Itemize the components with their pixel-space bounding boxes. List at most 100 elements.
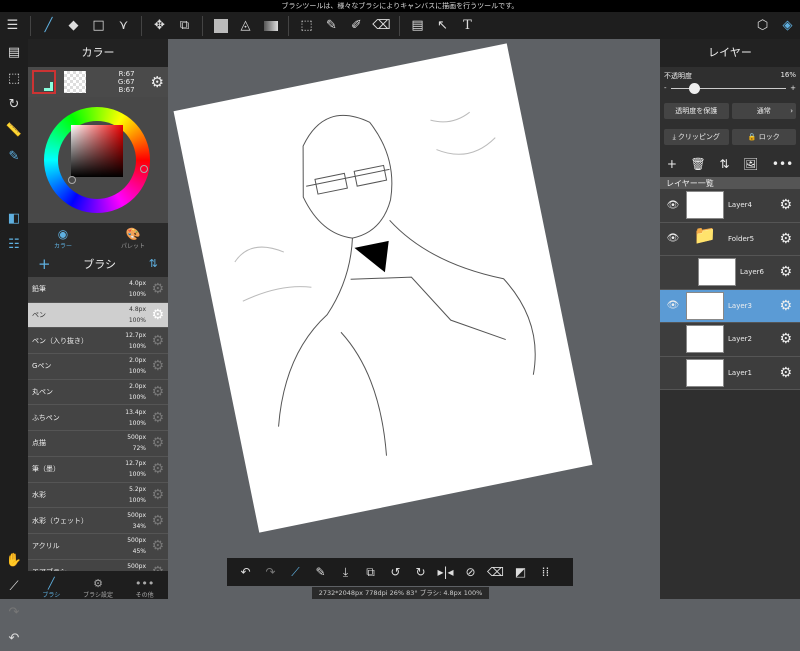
foreground-color[interactable] xyxy=(32,70,56,94)
line-tool-icon[interactable]: ⋎ xyxy=(111,12,136,39)
layer-settings-icon[interactable]: ⚙ xyxy=(779,231,792,247)
flip-icon[interactable]: ▸|◂ xyxy=(433,565,458,579)
layer-item[interactable]: 👁 Layer4 ⚙ xyxy=(660,189,800,223)
brush-select-icon[interactable]: ⟋ xyxy=(283,565,308,580)
tab-brush[interactable]: ╱ ブラシ xyxy=(28,571,75,599)
eyedropper-icon[interactable]: ⟋ xyxy=(0,573,28,599)
move-tool-icon[interactable]: ✥ xyxy=(147,12,172,39)
brush-item[interactable]: ペン（入り抜き） 12.7px 100% ⚙ xyxy=(28,328,168,355)
color-wheel[interactable] xyxy=(28,97,168,223)
transform-tool-icon[interactable]: ⧉ xyxy=(172,12,197,39)
rotate-right-icon[interactable]: ↻ xyxy=(408,565,433,579)
brush-settings-icon[interactable]: ⚙ xyxy=(151,435,164,451)
redo-icon[interactable]: ↷ xyxy=(258,565,283,579)
layer-settings-icon[interactable]: ⚙ xyxy=(779,197,792,213)
layer-item[interactable]: Layer2 ⚙ xyxy=(660,323,800,357)
brush-item[interactable]: 水彩 5.2px 100% ⚙ xyxy=(28,482,168,509)
save-icon[interactable]: ⤓ xyxy=(333,565,358,580)
magic-wand-icon[interactable]: ✎ xyxy=(319,12,344,39)
brush-item[interactable]: 鉛筆 4.0px 100% ⚙ xyxy=(28,277,168,303)
clear-icon[interactable]: ⌫ xyxy=(483,565,508,579)
layer-item[interactable]: 👁 📁 Folder5 ⚙ xyxy=(660,222,800,256)
reset-rotation-icon[interactable]: ⊘ xyxy=(458,565,483,579)
move-layer-icon[interactable]: ⇅ xyxy=(719,157,729,171)
brush-item[interactable]: Gペン 2.0px 100% ⚙ xyxy=(28,354,168,380)
selection-icon[interactable]: ⬚ xyxy=(0,65,28,91)
pages-icon[interactable]: ▤ xyxy=(0,39,28,65)
layer-settings-icon[interactable]: ⚙ xyxy=(779,365,792,381)
bucket-tool-icon[interactable]: ◬ xyxy=(233,12,258,39)
select-pen-icon[interactable]: ✐ xyxy=(344,12,369,39)
color-panel-icon[interactable]: ◧ xyxy=(0,205,28,231)
materials-icon[interactable]: ⬡ xyxy=(750,12,775,39)
brush-settings-icon[interactable]: ⚙ xyxy=(151,461,164,477)
lock-button[interactable]: 🔒 ロック xyxy=(731,129,796,145)
canvas[interactable] xyxy=(173,43,593,533)
eraser-tool-icon[interactable]: ◆ xyxy=(61,12,86,39)
add-layer-icon[interactable]: + xyxy=(667,157,677,171)
select-tool-icon[interactable]: ⬚ xyxy=(294,12,319,39)
menu-icon[interactable]: ☰ xyxy=(0,12,25,39)
layer-item[interactable]: Layer1 ⚙ xyxy=(660,356,800,390)
layer-item[interactable]: 👁 Layer3 ⚙ xyxy=(660,289,800,323)
brush-settings-icon[interactable]: ⚙ xyxy=(151,358,164,374)
layer-settings-icon[interactable]: ⚙ xyxy=(779,298,792,314)
fullscreen-icon[interactable]: ◩ xyxy=(508,565,533,579)
redo-icon[interactable]: ↷ xyxy=(0,599,28,625)
brush-list-icon[interactable]: ☷ xyxy=(0,231,28,257)
undo-icon[interactable]: ↶ xyxy=(0,625,28,651)
brush-item[interactable]: ペン 4.8px 100% ⚙ xyxy=(28,302,168,329)
color-settings-icon[interactable]: ⚙ xyxy=(151,73,164,91)
tab-color[interactable]: ◉ カラー xyxy=(28,223,98,250)
tab-palette[interactable]: 🎨 パレット xyxy=(98,223,168,250)
brush-settings-icon[interactable]: ⚙ xyxy=(151,410,164,426)
undo-icon[interactable]: ↶ xyxy=(233,565,258,579)
brush-item[interactable]: 丸ペン 2.0px 100% ⚙ xyxy=(28,379,168,406)
divide-tool-icon[interactable]: ▤ xyxy=(405,12,430,39)
select-eraser-icon[interactable]: ⌫ xyxy=(369,12,394,39)
brush-item[interactable]: 筆（墨） 12.7px 100% ⚙ xyxy=(28,456,168,483)
brush-settings-icon[interactable]: ⚙ xyxy=(151,384,164,400)
layer-settings-icon[interactable]: ⚙ xyxy=(779,264,792,280)
grid-icon[interactable]: ⁞⁞ xyxy=(533,565,558,579)
text-tool-icon[interactable]: T xyxy=(455,12,480,39)
eye-icon[interactable]: 👁 xyxy=(660,233,686,244)
brush-item[interactable]: 水彩（ウェット） 500px 34% ⚙ xyxy=(28,508,168,534)
brush-settings-icon[interactable]: ⚙ xyxy=(151,333,164,349)
operation-tool-icon[interactable]: ↖ xyxy=(430,12,455,39)
tab-brush-settings[interactable]: ⚙ ブラシ設定 xyxy=(75,571,122,599)
resize-icon[interactable]: ⧉ xyxy=(358,565,383,580)
sort-brush-button[interactable]: ⇅ xyxy=(149,257,158,270)
delete-layer-icon[interactable]: 🗑 xyxy=(691,157,706,171)
brush-settings-icon[interactable]: ⚙ xyxy=(151,307,164,323)
protect-alpha-button[interactable]: 透明度を保護 xyxy=(664,103,729,119)
brush-settings-icon[interactable]: ⚙ xyxy=(151,281,164,297)
background-color[interactable] xyxy=(64,71,86,93)
brush-settings-icon[interactable]: ⚙ xyxy=(151,487,164,503)
ruler-icon[interactable]: 📏 xyxy=(0,117,28,143)
shape-tool-icon[interactable]: □ xyxy=(86,12,111,39)
layer-settings-icon[interactable]: ⚙ xyxy=(779,331,792,347)
brush-item[interactable]: ふちペン 13.4px 100% ⚙ xyxy=(28,405,168,432)
hand-icon[interactable]: ✋ xyxy=(0,547,28,573)
brush-item[interactable]: アクリル 500px 45% ⚙ xyxy=(28,533,168,560)
opacity-slider[interactable]: - + xyxy=(660,81,800,95)
image-layer-icon[interactable]: 🖼 xyxy=(743,157,758,171)
gradient-tool-icon[interactable] xyxy=(258,12,283,39)
fill-color-icon[interactable] xyxy=(208,12,233,39)
clipping-button[interactable]: ⤓ クリッピング xyxy=(664,129,729,145)
rotate-left-icon[interactable]: ↺ xyxy=(383,565,408,579)
layers-icon[interactable]: ◈ xyxy=(775,12,800,39)
brush-settings-icon[interactable]: ⚙ xyxy=(151,513,164,529)
tab-other[interactable]: ••• その他 xyxy=(121,571,168,599)
brush-tool-icon[interactable]: ╱ xyxy=(36,12,61,39)
more-icon[interactable]: ••• xyxy=(772,157,793,171)
snap-icon[interactable]: ✎ xyxy=(0,143,28,169)
blend-mode-button[interactable]: 通常 › xyxy=(731,103,796,119)
add-brush-button[interactable]: + xyxy=(38,255,51,273)
brush-item[interactable]: 点描 500px 72% ⚙ xyxy=(28,431,168,457)
eye-icon[interactable]: 👁 xyxy=(660,200,686,211)
eyedropper-icon[interactable]: ✎ xyxy=(308,565,333,579)
layer-item[interactable]: Layer6 ⚙ xyxy=(660,256,800,290)
brush-settings-icon[interactable]: ⚙ xyxy=(151,538,164,554)
